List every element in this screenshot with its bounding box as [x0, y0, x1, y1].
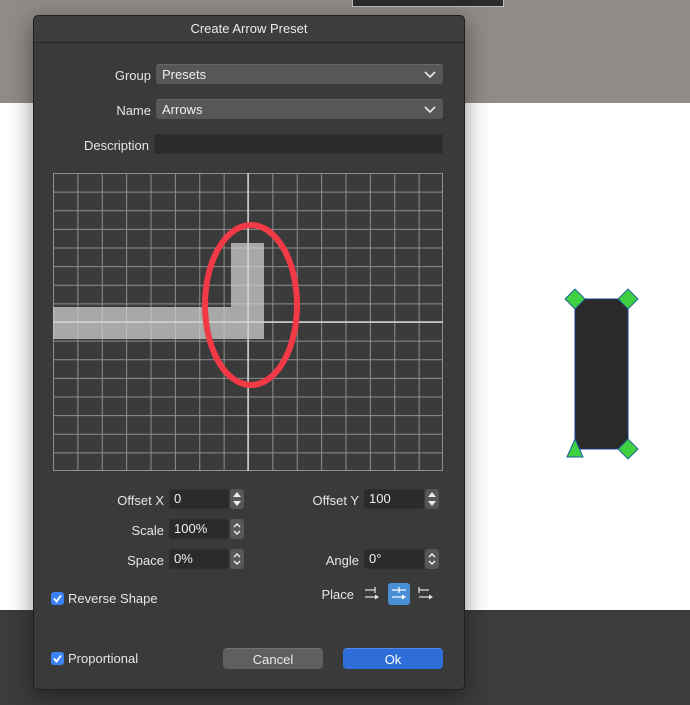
reverse-shape-checkbox[interactable]: [51, 592, 64, 605]
cancel-button[interactable]: Cancel: [223, 648, 323, 669]
offset-x-input[interactable]: 0: [169, 489, 229, 509]
checkmark-icon: [53, 594, 62, 603]
offset-y-label: Offset Y: [312, 493, 360, 508]
angle-label: Angle: [325, 553, 359, 568]
group-label: Group: [114, 68, 151, 83]
create-arrow-preset-dialog: Create Arrow Preset Group Presets Name A…: [33, 15, 465, 690]
angle-input[interactable]: 0°: [364, 549, 424, 569]
offset-x-label: Offset X: [117, 493, 164, 508]
place-center-icon: [392, 587, 406, 600]
chevron-updown-icon: [428, 552, 436, 566]
place-label: Place: [321, 587, 354, 602]
checkmark-icon: [53, 654, 62, 663]
chevron-down-icon: [424, 71, 436, 79]
space-input[interactable]: 0%: [169, 549, 229, 569]
chevron-down-icon: [424, 106, 436, 114]
ok-button[interactable]: Ok: [343, 648, 443, 669]
angle-stepper[interactable]: [425, 549, 439, 569]
scale-stepper[interactable]: [230, 519, 244, 539]
chevron-updown-icon: [233, 552, 241, 566]
proportional-checkbox[interactable]: [51, 652, 64, 665]
space-label: Space: [127, 553, 164, 568]
stepper-arrows-icon: [233, 492, 241, 506]
space-stepper[interactable]: [230, 549, 244, 569]
place-after-button[interactable]: [415, 583, 437, 605]
description-input[interactable]: [154, 134, 443, 154]
chevron-updown-icon: [233, 522, 241, 536]
name-value: Arrows: [162, 102, 203, 117]
dialog-title: Create Arrow Preset: [34, 16, 464, 43]
offset-y-stepper[interactable]: [425, 489, 439, 509]
stepper-arrows-icon: [428, 492, 436, 506]
offset-y-input[interactable]: 100: [364, 489, 424, 509]
offset-x-stepper[interactable]: [230, 489, 244, 509]
scale-label: Scale: [131, 523, 164, 538]
description-label: Description: [83, 138, 149, 153]
top-panel-edge: [352, 0, 504, 7]
proportional-label: Proportional: [68, 651, 139, 666]
group-value: Presets: [162, 67, 207, 82]
preview-grid: [53, 173, 443, 471]
place-before-icon: [365, 587, 379, 600]
name-select[interactable]: Arrows: [156, 99, 443, 119]
place-before-button[interactable]: [361, 583, 383, 605]
group-select[interactable]: Presets: [156, 64, 443, 84]
name-label: Name: [116, 103, 151, 118]
scale-input[interactable]: 100%: [169, 519, 229, 539]
reverse-shape-label: Reverse Shape: [68, 591, 158, 606]
arrow-preview: [53, 173, 443, 471]
place-after-icon: [418, 587, 433, 600]
place-center-button[interactable]: [388, 583, 410, 605]
